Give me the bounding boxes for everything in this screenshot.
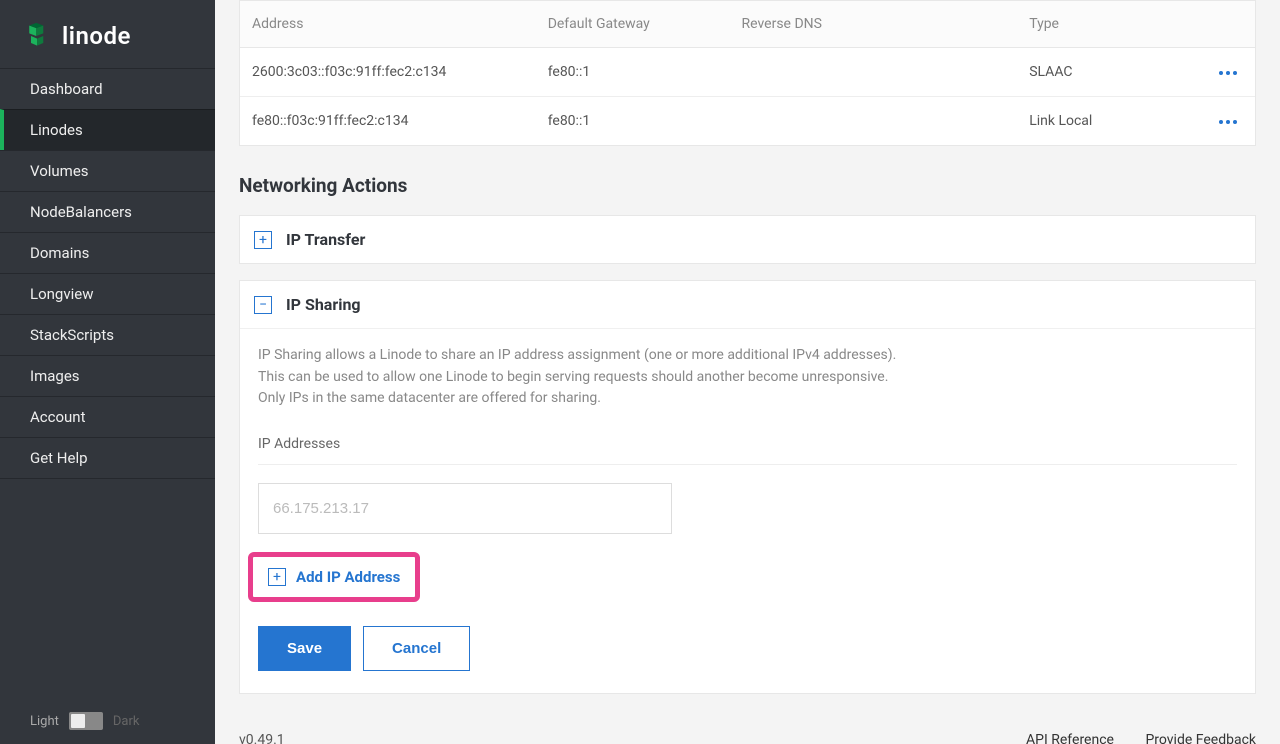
sidebar-item-longview[interactable]: Longview (0, 273, 215, 314)
cell-address: 2600:3c03::f03c:91ff:fec2:c134 (240, 49, 536, 95)
sidebar-item-volumes[interactable]: Volumes (0, 150, 215, 191)
linode-logo-icon (24, 22, 52, 50)
row-actions-menu-icon[interactable] (1219, 114, 1237, 130)
ip-table: Address Default Gateway Reverse DNS Type… (239, 0, 1256, 146)
plus-icon: + (268, 568, 286, 586)
ip-sharing-body: IP Sharing allows a Linode to share an I… (240, 328, 1255, 693)
table-row: 2600:3c03::f03c:91ff:fec2:c134 fe80::1 S… (240, 48, 1255, 97)
sidebar: linode Dashboard Linodes Volumes NodeBal… (0, 0, 215, 744)
col-header-actions (1197, 1, 1255, 47)
cell-address: fe80::f03c:91ff:fec2:c134 (240, 98, 536, 144)
sidebar-item-linodes[interactable]: Linodes (0, 109, 215, 150)
sidebar-item-label: Dashboard (30, 80, 103, 98)
sidebar-item-label: StackScripts (30, 326, 114, 344)
ip-sharing-title: IP Sharing (286, 295, 361, 314)
sidebar-item-label: NodeBalancers (30, 203, 132, 221)
sidebar-item-label: Domains (30, 244, 89, 262)
ip-sharing-panel: − IP Sharing IP Sharing allows a Linode … (239, 280, 1256, 694)
collapse-minus-icon: − (254, 296, 272, 314)
brand-name: linode (62, 22, 131, 50)
col-header-gateway[interactable]: Default Gateway (536, 1, 730, 47)
sidebar-item-label: Images (30, 367, 80, 385)
sidebar-item-label: Get Help (30, 449, 88, 467)
sidebar-item-account[interactable]: Account (0, 396, 215, 437)
sidebar-item-get-help[interactable]: Get Help (0, 437, 215, 479)
sidebar-item-nodebalancers[interactable]: NodeBalancers (0, 191, 215, 232)
page-footer: v0.49.1 API Reference Provide Feedback (215, 710, 1280, 744)
theme-dark-label: Dark (113, 714, 140, 729)
api-reference-link[interactable]: API Reference (1026, 732, 1114, 744)
networking-actions-title: Networking Actions (239, 174, 1256, 197)
ip-addresses-label: IP Addresses (258, 436, 1237, 452)
brand-logo[interactable]: linode (0, 0, 215, 68)
divider (258, 464, 1237, 465)
ip-address-input[interactable] (258, 483, 672, 534)
table-header-row: Address Default Gateway Reverse DNS Type (240, 1, 1255, 48)
ip-transfer-title: IP Transfer (286, 230, 365, 249)
version-label: v0.49.1 (239, 732, 285, 744)
cell-gateway: fe80::1 (536, 98, 730, 144)
col-header-rdns[interactable]: Reverse DNS (730, 1, 1018, 47)
ip-transfer-panel: + IP Transfer (239, 215, 1256, 264)
expand-plus-icon: + (254, 231, 272, 249)
add-ip-address-button[interactable]: + Add IP Address (258, 560, 410, 594)
cancel-button[interactable]: Cancel (363, 626, 470, 671)
table-row: fe80::f03c:91ff:fec2:c134 fe80::1 Link L… (240, 97, 1255, 145)
ip-sharing-toggle[interactable]: − IP Sharing (240, 281, 1255, 328)
cell-rdns (730, 106, 1018, 136)
sidebar-item-images[interactable]: Images (0, 355, 215, 396)
theme-toggle[interactable]: Light Dark (0, 698, 215, 744)
sidebar-item-label: Linodes (30, 121, 83, 139)
row-actions-menu-icon[interactable] (1219, 65, 1237, 81)
save-button[interactable]: Save (258, 626, 351, 671)
add-ip-label: Add IP Address (296, 568, 400, 586)
col-header-type[interactable]: Type (1017, 1, 1197, 47)
main-content: Address Default Gateway Reverse DNS Type… (215, 0, 1280, 744)
provide-feedback-link[interactable]: Provide Feedback (1145, 732, 1256, 744)
sidebar-item-label: Volumes (30, 162, 89, 180)
cell-type: Link Local (1017, 98, 1197, 144)
sidebar-item-stackscripts[interactable]: StackScripts (0, 314, 215, 355)
cell-rdns (730, 57, 1018, 87)
sidebar-item-dashboard[interactable]: Dashboard (0, 68, 215, 109)
theme-switch[interactable] (69, 712, 103, 730)
ip-transfer-toggle[interactable]: + IP Transfer (240, 216, 1255, 263)
col-header-address[interactable]: Address (240, 1, 536, 47)
theme-light-label: Light (30, 714, 59, 729)
sidebar-nav: Dashboard Linodes Volumes NodeBalancers … (0, 68, 215, 479)
sidebar-item-label: Account (30, 408, 86, 426)
ip-sharing-description: IP Sharing allows a Linode to share an I… (258, 345, 918, 410)
cell-gateway: fe80::1 (536, 49, 730, 95)
sidebar-item-label: Longview (30, 285, 93, 303)
sidebar-item-domains[interactable]: Domains (0, 232, 215, 273)
cell-type: SLAAC (1017, 49, 1197, 95)
